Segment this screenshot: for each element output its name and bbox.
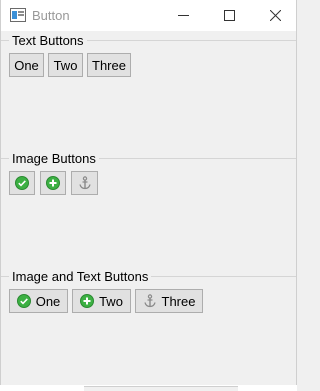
check-icon	[16, 294, 31, 308]
image-text-button-three[interactable]: Three	[135, 289, 203, 313]
image-text-button-one[interactable]: One	[9, 289, 68, 313]
image-text-buttons-group: Image and Text Buttons One Two Three	[1, 269, 296, 386]
minimize-icon	[178, 15, 189, 16]
group-title: Text Buttons	[9, 33, 87, 48]
plus-icon	[46, 176, 60, 190]
anchor-icon	[143, 294, 156, 308]
text-button-three[interactable]: Three	[87, 53, 131, 77]
close-icon	[270, 10, 281, 21]
image-text-button-two[interactable]: Two	[72, 289, 131, 313]
plus-icon	[80, 294, 95, 308]
image-button-anchor[interactable]	[71, 171, 98, 195]
anchor-icon	[78, 176, 91, 190]
button-label: One	[14, 57, 39, 73]
group-title: Image Buttons	[9, 151, 99, 166]
text-button-two[interactable]: Two	[48, 53, 83, 77]
image-button-check[interactable]	[9, 171, 35, 195]
text-buttons-group: Text Buttons One Two Three	[1, 33, 296, 150]
image-button-plus[interactable]	[40, 171, 66, 195]
resize-handle[interactable]	[84, 386, 238, 391]
button-label: Three	[92, 57, 126, 73]
button-label: One	[35, 293, 61, 309]
button-label: Three	[161, 293, 196, 309]
maximize-icon	[224, 10, 235, 21]
group-title: Image and Text Buttons	[9, 269, 152, 284]
text-button-one[interactable]: One	[9, 53, 44, 77]
minimize-button[interactable]	[161, 0, 207, 31]
button-label: Two	[99, 293, 123, 309]
button-label: Two	[53, 57, 78, 73]
close-button[interactable]	[253, 0, 299, 31]
check-icon	[15, 176, 29, 190]
title-bar[interactable]: Button	[1, 0, 296, 31]
app-window: Button Text Buttons One Two Three Image …	[0, 0, 297, 385]
app-icon	[10, 8, 26, 22]
maximize-button[interactable]	[207, 0, 253, 31]
window-title: Button	[32, 8, 70, 23]
image-buttons-group: Image Buttons	[1, 151, 296, 268]
